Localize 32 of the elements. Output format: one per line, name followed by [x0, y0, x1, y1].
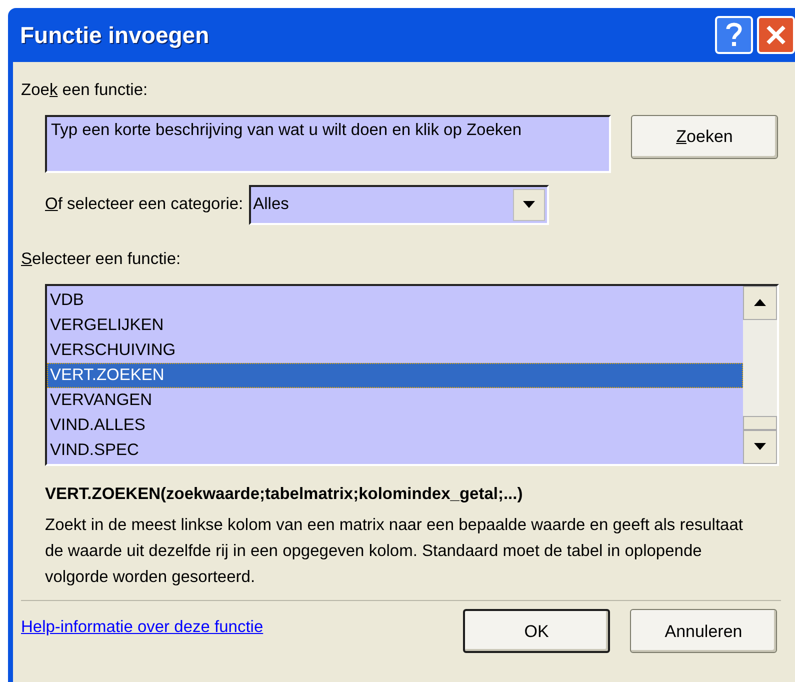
- help-icon: [725, 22, 743, 48]
- function-item[interactable]: VERVANGEN: [47, 388, 743, 414]
- category-dropdown[interactable]: Alles: [249, 184, 550, 225]
- scroll-thumb[interactable]: [743, 416, 777, 430]
- scroll-up-button[interactable]: [743, 286, 777, 320]
- search-label: Zoek een functie:: [21, 81, 148, 99]
- search-field[interactable]: Typ een korte beschrijving van wat u wilt doen en klik op Zoeken: [45, 114, 611, 173]
- function-signature: VERT.ZOEKEN(zoekwaarde;tabelmatrix;kolomindex_getal;...): [45, 484, 524, 504]
- scrollbar[interactable]: [743, 286, 777, 464]
- function-item[interactable]: VIND.ALLES: [47, 413, 743, 438]
- function-item[interactable]: VDB: [47, 288, 743, 313]
- cancel-button[interactable]: Annuleren: [630, 609, 777, 654]
- function-item[interactable]: VERGELIJKEN: [47, 312, 743, 338]
- up-arrow-icon: [754, 299, 766, 306]
- window-title: Functie invoegen: [20, 20, 210, 50]
- help-button[interactable]: [715, 16, 753, 54]
- close-button[interactable]: [757, 16, 795, 54]
- dropdown-button[interactable]: [513, 188, 546, 221]
- function-item[interactable]: VERT.ZOEKEN: [47, 362, 743, 388]
- function-list-label: Selecteer een functie:: [21, 250, 181, 268]
- caret-icon: [523, 201, 536, 208]
- close-icon: [765, 24, 787, 46]
- scroll-down-button[interactable]: [743, 430, 777, 464]
- function-item[interactable]: VIND.SPEC: [47, 438, 743, 464]
- function-item[interactable]: VERSCHUIVING: [47, 338, 743, 363]
- search-button[interactable]: Zoeken: [631, 114, 778, 159]
- help-link[interactable]: Help-informatie over deze functie: [21, 614, 463, 640]
- down-arrow-icon: [754, 443, 766, 450]
- function-description: Zoekt in de meest linkse kolom van een matrix naar een bepaalde waarde en geeft als resultaat de waarde uit dezelfde rij in een opgegeven kolom. Standaard moet de tabel in oplopende volgorde worden gesorteerd.: [45, 515, 744, 588]
- search-button-label: Zoeken: [676, 127, 733, 146]
- ok-button[interactable]: OK: [463, 609, 610, 654]
- category-label: Of selecteer een categorie:: [45, 194, 244, 216]
